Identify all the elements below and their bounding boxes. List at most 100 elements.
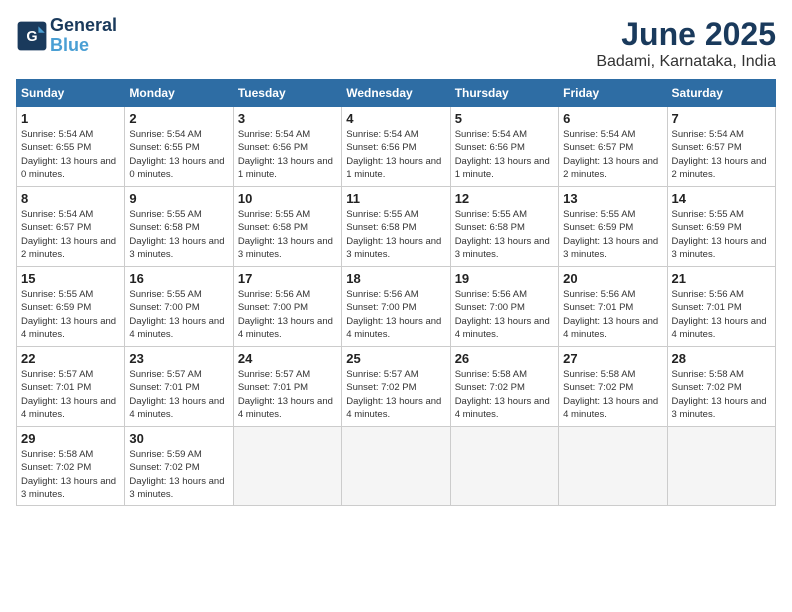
day-info: Sunrise: 5:55 AM Sunset: 7:00 PM Dayligh… — [129, 288, 228, 341]
calendar-cell — [450, 427, 558, 506]
day-info: Sunrise: 5:57 AM Sunset: 7:02 PM Dayligh… — [346, 368, 445, 421]
day-info: Sunrise: 5:56 AM Sunset: 7:01 PM Dayligh… — [563, 288, 662, 341]
calendar-cell — [233, 427, 341, 506]
day-number: 25 — [346, 351, 445, 366]
day-info: Sunrise: 5:54 AM Sunset: 6:56 PM Dayligh… — [346, 128, 445, 181]
calendar-cell — [667, 427, 775, 506]
calendar-cell: 16 Sunrise: 5:55 AM Sunset: 7:00 PM Dayl… — [125, 267, 233, 347]
calendar-header-row: Sunday Monday Tuesday Wednesday Thursday… — [17, 80, 776, 107]
day-info: Sunrise: 5:56 AM Sunset: 7:00 PM Dayligh… — [455, 288, 554, 341]
day-number: 24 — [238, 351, 337, 366]
calendar-cell: 3 Sunrise: 5:54 AM Sunset: 6:56 PM Dayli… — [233, 107, 341, 187]
day-info: Sunrise: 5:55 AM Sunset: 6:58 PM Dayligh… — [238, 208, 337, 261]
day-info: Sunrise: 5:58 AM Sunset: 7:02 PM Dayligh… — [672, 368, 771, 421]
day-info: Sunrise: 5:54 AM Sunset: 6:55 PM Dayligh… — [21, 128, 120, 181]
day-number: 20 — [563, 271, 662, 286]
calendar-cell: 8 Sunrise: 5:54 AM Sunset: 6:57 PM Dayli… — [17, 187, 125, 267]
day-number: 15 — [21, 271, 120, 286]
calendar-cell: 5 Sunrise: 5:54 AM Sunset: 6:56 PM Dayli… — [450, 107, 558, 187]
logo: G General Blue — [16, 16, 117, 56]
month-title: June 2025 — [596, 16, 776, 53]
day-info: Sunrise: 5:54 AM Sunset: 6:57 PM Dayligh… — [672, 128, 771, 181]
day-number: 12 — [455, 191, 554, 206]
calendar-cell: 13 Sunrise: 5:55 AM Sunset: 6:59 PM Dayl… — [559, 187, 667, 267]
col-friday: Friday — [559, 80, 667, 107]
day-info: Sunrise: 5:57 AM Sunset: 7:01 PM Dayligh… — [238, 368, 337, 421]
day-info: Sunrise: 5:54 AM Sunset: 6:55 PM Dayligh… — [129, 128, 228, 181]
day-number: 28 — [672, 351, 771, 366]
calendar-cell: 1 Sunrise: 5:54 AM Sunset: 6:55 PM Dayli… — [17, 107, 125, 187]
col-thursday: Thursday — [450, 80, 558, 107]
calendar-cell: 18 Sunrise: 5:56 AM Sunset: 7:00 PM Dayl… — [342, 267, 450, 347]
calendar-cell: 14 Sunrise: 5:55 AM Sunset: 6:59 PM Dayl… — [667, 187, 775, 267]
calendar-cell: 29 Sunrise: 5:58 AM Sunset: 7:02 PM Dayl… — [17, 427, 125, 506]
day-info: Sunrise: 5:54 AM Sunset: 6:57 PM Dayligh… — [21, 208, 120, 261]
day-info: Sunrise: 5:58 AM Sunset: 7:02 PM Dayligh… — [563, 368, 662, 421]
calendar-cell: 7 Sunrise: 5:54 AM Sunset: 6:57 PM Dayli… — [667, 107, 775, 187]
calendar-row: 29 Sunrise: 5:58 AM Sunset: 7:02 PM Dayl… — [17, 427, 776, 506]
calendar-cell: 12 Sunrise: 5:55 AM Sunset: 6:58 PM Dayl… — [450, 187, 558, 267]
calendar-row: 22 Sunrise: 5:57 AM Sunset: 7:01 PM Dayl… — [17, 347, 776, 427]
calendar-cell: 19 Sunrise: 5:56 AM Sunset: 7:00 PM Dayl… — [450, 267, 558, 347]
location-title: Badami, Karnataka, India — [596, 53, 776, 71]
calendar-cell: 10 Sunrise: 5:55 AM Sunset: 6:58 PM Dayl… — [233, 187, 341, 267]
col-wednesday: Wednesday — [342, 80, 450, 107]
day-info: Sunrise: 5:55 AM Sunset: 6:59 PM Dayligh… — [21, 288, 120, 341]
calendar-cell — [342, 427, 450, 506]
day-number: 11 — [346, 191, 445, 206]
day-number: 14 — [672, 191, 771, 206]
day-number: 3 — [238, 111, 337, 126]
calendar-cell: 11 Sunrise: 5:55 AM Sunset: 6:58 PM Dayl… — [342, 187, 450, 267]
calendar-row: 1 Sunrise: 5:54 AM Sunset: 6:55 PM Dayli… — [17, 107, 776, 187]
calendar-cell: 25 Sunrise: 5:57 AM Sunset: 7:02 PM Dayl… — [342, 347, 450, 427]
day-info: Sunrise: 5:54 AM Sunset: 6:56 PM Dayligh… — [455, 128, 554, 181]
day-number: 10 — [238, 191, 337, 206]
day-info: Sunrise: 5:54 AM Sunset: 6:57 PM Dayligh… — [563, 128, 662, 181]
calendar-cell: 2 Sunrise: 5:54 AM Sunset: 6:55 PM Dayli… — [125, 107, 233, 187]
calendar-cell: 6 Sunrise: 5:54 AM Sunset: 6:57 PM Dayli… — [559, 107, 667, 187]
day-info: Sunrise: 5:55 AM Sunset: 6:59 PM Dayligh… — [672, 208, 771, 261]
day-number: 16 — [129, 271, 228, 286]
day-number: 7 — [672, 111, 771, 126]
calendar-cell: 24 Sunrise: 5:57 AM Sunset: 7:01 PM Dayl… — [233, 347, 341, 427]
calendar-cell: 27 Sunrise: 5:58 AM Sunset: 7:02 PM Dayl… — [559, 347, 667, 427]
day-number: 13 — [563, 191, 662, 206]
header: G General Blue June 2025 Badami, Karnata… — [16, 16, 776, 71]
calendar-cell: 20 Sunrise: 5:56 AM Sunset: 7:01 PM Dayl… — [559, 267, 667, 347]
day-info: Sunrise: 5:58 AM Sunset: 7:02 PM Dayligh… — [21, 448, 120, 501]
day-number: 8 — [21, 191, 120, 206]
day-info: Sunrise: 5:56 AM Sunset: 7:00 PM Dayligh… — [238, 288, 337, 341]
calendar-row: 15 Sunrise: 5:55 AM Sunset: 6:59 PM Dayl… — [17, 267, 776, 347]
calendar-cell: 15 Sunrise: 5:55 AM Sunset: 6:59 PM Dayl… — [17, 267, 125, 347]
day-number: 30 — [129, 431, 228, 446]
col-sunday: Sunday — [17, 80, 125, 107]
day-info: Sunrise: 5:55 AM Sunset: 6:58 PM Dayligh… — [455, 208, 554, 261]
svg-text:G: G — [26, 29, 37, 45]
calendar-table: Sunday Monday Tuesday Wednesday Thursday… — [16, 79, 776, 506]
calendar-cell: 26 Sunrise: 5:58 AM Sunset: 7:02 PM Dayl… — [450, 347, 558, 427]
col-monday: Monday — [125, 80, 233, 107]
day-number: 6 — [563, 111, 662, 126]
calendar-cell: 22 Sunrise: 5:57 AM Sunset: 7:01 PM Dayl… — [17, 347, 125, 427]
day-number: 22 — [21, 351, 120, 366]
calendar-cell: 9 Sunrise: 5:55 AM Sunset: 6:58 PM Dayli… — [125, 187, 233, 267]
day-info: Sunrise: 5:55 AM Sunset: 6:59 PM Dayligh… — [563, 208, 662, 261]
day-number: 18 — [346, 271, 445, 286]
day-number: 23 — [129, 351, 228, 366]
day-info: Sunrise: 5:57 AM Sunset: 7:01 PM Dayligh… — [21, 368, 120, 421]
logo-text: General Blue — [50, 16, 117, 56]
calendar-cell: 21 Sunrise: 5:56 AM Sunset: 7:01 PM Dayl… — [667, 267, 775, 347]
day-number: 21 — [672, 271, 771, 286]
calendar-cell: 4 Sunrise: 5:54 AM Sunset: 6:56 PM Dayli… — [342, 107, 450, 187]
calendar-row: 8 Sunrise: 5:54 AM Sunset: 6:57 PM Dayli… — [17, 187, 776, 267]
day-info: Sunrise: 5:55 AM Sunset: 6:58 PM Dayligh… — [346, 208, 445, 261]
day-number: 5 — [455, 111, 554, 126]
calendar-cell: 30 Sunrise: 5:59 AM Sunset: 7:02 PM Dayl… — [125, 427, 233, 506]
col-saturday: Saturday — [667, 80, 775, 107]
day-number: 9 — [129, 191, 228, 206]
day-number: 2 — [129, 111, 228, 126]
day-number: 27 — [563, 351, 662, 366]
logo-icon: G — [16, 20, 48, 52]
day-info: Sunrise: 5:57 AM Sunset: 7:01 PM Dayligh… — [129, 368, 228, 421]
day-info: Sunrise: 5:56 AM Sunset: 7:01 PM Dayligh… — [672, 288, 771, 341]
